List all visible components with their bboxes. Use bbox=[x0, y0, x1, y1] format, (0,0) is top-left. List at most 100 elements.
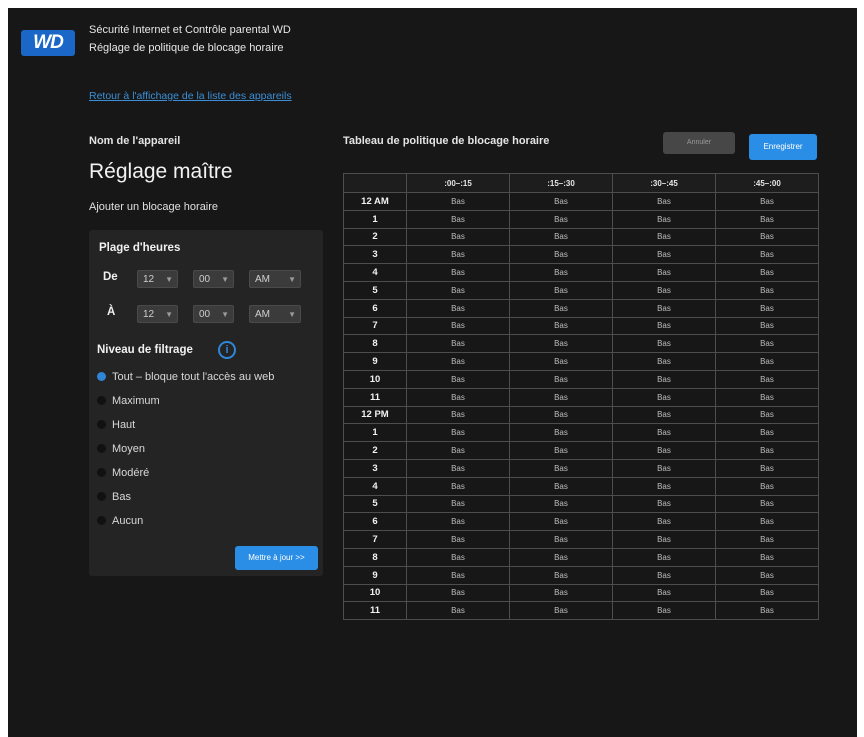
schedule-cell[interactable]: Bas bbox=[406, 583, 510, 603]
schedule-cell[interactable]: Bas bbox=[509, 512, 613, 532]
schedule-cell[interactable]: Bas bbox=[509, 565, 613, 585]
schedule-cell[interactable]: Bas bbox=[509, 209, 613, 229]
schedule-cell[interactable]: Bas bbox=[612, 298, 716, 318]
schedule-cell[interactable]: Bas bbox=[715, 298, 819, 318]
schedule-cell[interactable]: Bas bbox=[715, 512, 819, 532]
schedule-cell[interactable]: Bas bbox=[509, 601, 613, 621]
schedule-cell[interactable]: Bas bbox=[612, 512, 716, 532]
schedule-cell[interactable]: Bas bbox=[509, 547, 613, 567]
schedule-cell[interactable]: Bas bbox=[612, 280, 716, 300]
schedule-cell[interactable]: Bas bbox=[509, 369, 613, 389]
schedule-cell[interactable]: Bas bbox=[612, 334, 716, 354]
schedule-cell[interactable]: Bas bbox=[715, 316, 819, 336]
schedule-cell[interactable]: Bas bbox=[612, 369, 716, 389]
filter-option-moderate[interactable]: Modéré bbox=[97, 465, 149, 481]
schedule-cell[interactable]: Bas bbox=[406, 530, 510, 549]
schedule-cell[interactable]: Bas bbox=[715, 405, 819, 425]
schedule-cell[interactable]: Bas bbox=[715, 280, 819, 300]
schedule-cell[interactable]: Bas bbox=[509, 316, 613, 336]
filter-option-all[interactable]: Tout – bloque tout l'accès au web bbox=[97, 369, 274, 385]
schedule-cell[interactable]: Bas bbox=[406, 280, 510, 300]
schedule-cell[interactable]: Bas bbox=[715, 369, 819, 389]
schedule-cell[interactable]: Bas bbox=[406, 405, 510, 425]
schedule-cell[interactable]: Bas bbox=[509, 192, 613, 211]
filter-option-none[interactable]: Aucun bbox=[97, 513, 143, 529]
schedule-cell[interactable]: Bas bbox=[406, 601, 510, 621]
to-minute-select[interactable]: 00 ▼ bbox=[193, 305, 234, 323]
schedule-cell[interactable]: Bas bbox=[406, 512, 510, 532]
schedule-cell[interactable]: Bas bbox=[612, 387, 716, 407]
schedule-cell[interactable]: Bas bbox=[612, 352, 716, 371]
schedule-cell[interactable]: Bas bbox=[715, 209, 819, 229]
schedule-cell[interactable]: Bas bbox=[715, 441, 819, 460]
schedule-cell[interactable]: Bas bbox=[612, 547, 716, 567]
schedule-cell[interactable]: Bas bbox=[715, 227, 819, 247]
schedule-cell[interactable]: Bas bbox=[509, 245, 613, 265]
schedule-cell[interactable]: Bas bbox=[509, 423, 613, 443]
from-ampm-select[interactable]: AM ▼ bbox=[249, 270, 301, 288]
schedule-cell[interactable]: Bas bbox=[406, 494, 510, 514]
schedule-cell[interactable]: Bas bbox=[715, 458, 819, 478]
schedule-cell[interactable]: Bas bbox=[406, 298, 510, 318]
schedule-cell[interactable]: Bas bbox=[612, 458, 716, 478]
schedule-cell[interactable]: Bas bbox=[715, 476, 819, 496]
back-to-device-list-link[interactable]: Retour à l'affichage de la liste des app… bbox=[89, 90, 292, 102]
schedule-cell[interactable]: Bas bbox=[612, 494, 716, 514]
schedule-cell[interactable]: Bas bbox=[612, 565, 716, 585]
schedule-cell[interactable]: Bas bbox=[509, 583, 613, 603]
schedule-cell[interactable]: Bas bbox=[715, 601, 819, 621]
schedule-cell[interactable]: Bas bbox=[406, 245, 510, 265]
schedule-cell[interactable]: Bas bbox=[406, 334, 510, 354]
filter-option-high[interactable]: Haut bbox=[97, 417, 135, 433]
filter-option-maximum[interactable]: Maximum bbox=[97, 393, 160, 409]
schedule-cell[interactable]: Bas bbox=[406, 192, 510, 211]
schedule-cell[interactable]: Bas bbox=[715, 352, 819, 371]
schedule-cell[interactable]: Bas bbox=[715, 565, 819, 585]
cancel-button[interactable]: Annuler bbox=[663, 132, 735, 154]
schedule-cell[interactable]: Bas bbox=[715, 583, 819, 603]
schedule-cell[interactable]: Bas bbox=[715, 334, 819, 354]
save-button[interactable]: Enregistrer bbox=[749, 134, 817, 160]
to-ampm-select[interactable]: AM ▼ bbox=[249, 305, 301, 323]
schedule-cell[interactable]: Bas bbox=[406, 263, 510, 282]
schedule-cell[interactable]: Bas bbox=[406, 209, 510, 229]
schedule-cell[interactable]: Bas bbox=[715, 263, 819, 282]
schedule-cell[interactable]: Bas bbox=[406, 352, 510, 371]
schedule-cell[interactable]: Bas bbox=[406, 547, 510, 567]
schedule-cell[interactable]: Bas bbox=[509, 387, 613, 407]
schedule-cell[interactable]: Bas bbox=[406, 476, 510, 496]
schedule-cell[interactable]: Bas bbox=[509, 334, 613, 354]
schedule-cell[interactable]: Bas bbox=[612, 192, 716, 211]
schedule-cell[interactable]: Bas bbox=[509, 494, 613, 514]
schedule-cell[interactable]: Bas bbox=[612, 209, 716, 229]
schedule-cell[interactable]: Bas bbox=[509, 298, 613, 318]
schedule-cell[interactable]: Bas bbox=[715, 423, 819, 443]
to-hour-select[interactable]: 12 ▼ bbox=[137, 305, 178, 323]
schedule-cell[interactable]: Bas bbox=[509, 227, 613, 247]
schedule-cell[interactable]: Bas bbox=[715, 494, 819, 514]
schedule-cell[interactable]: Bas bbox=[406, 387, 510, 407]
filter-option-low[interactable]: Bas bbox=[97, 489, 131, 505]
schedule-cell[interactable]: Bas bbox=[406, 423, 510, 443]
schedule-cell[interactable]: Bas bbox=[612, 476, 716, 496]
schedule-cell[interactable]: Bas bbox=[612, 423, 716, 443]
schedule-cell[interactable]: Bas bbox=[612, 405, 716, 425]
schedule-cell[interactable]: Bas bbox=[406, 369, 510, 389]
schedule-cell[interactable]: Bas bbox=[612, 316, 716, 336]
schedule-cell[interactable]: Bas bbox=[509, 458, 613, 478]
schedule-cell[interactable]: Bas bbox=[715, 530, 819, 549]
schedule-cell[interactable]: Bas bbox=[509, 263, 613, 282]
schedule-cell[interactable]: Bas bbox=[612, 583, 716, 603]
schedule-cell[interactable]: Bas bbox=[509, 405, 613, 425]
schedule-cell[interactable]: Bas bbox=[509, 280, 613, 300]
schedule-cell[interactable]: Bas bbox=[406, 565, 510, 585]
schedule-cell[interactable]: Bas bbox=[406, 441, 510, 460]
schedule-cell[interactable]: Bas bbox=[715, 387, 819, 407]
schedule-cell[interactable]: Bas bbox=[715, 245, 819, 265]
schedule-cell[interactable]: Bas bbox=[406, 458, 510, 478]
apply-button[interactable]: Mettre à jour >> bbox=[235, 546, 318, 570]
filter-option-medium[interactable]: Moyen bbox=[97, 441, 145, 457]
schedule-cell[interactable]: Bas bbox=[715, 547, 819, 567]
schedule-cell[interactable]: Bas bbox=[612, 245, 716, 265]
schedule-cell[interactable]: Bas bbox=[509, 530, 613, 549]
